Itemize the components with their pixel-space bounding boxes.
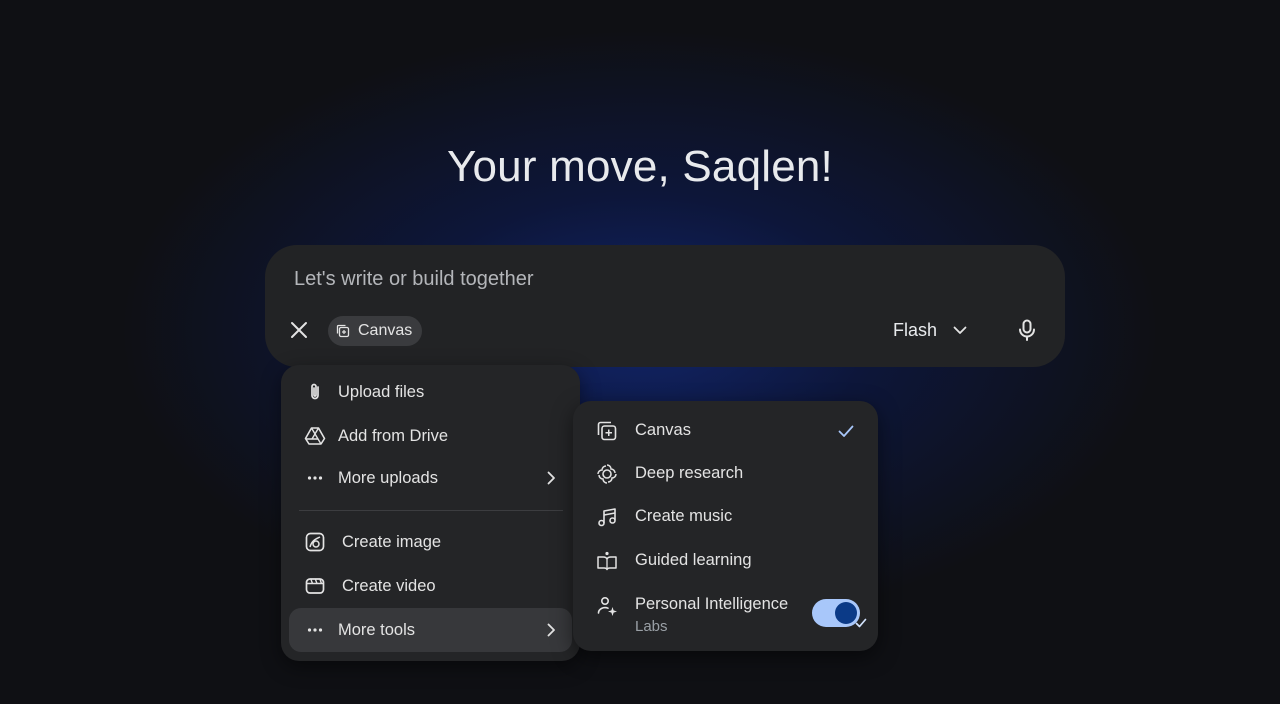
guided-learning-icon (595, 549, 619, 573)
menu-item-label: More tools (338, 620, 416, 639)
chip-label: Canvas (358, 322, 413, 339)
menu-item-create-image[interactable]: Create image (289, 520, 572, 564)
tool-item-label: Deep research (635, 464, 744, 482)
paperclip-icon (303, 380, 327, 404)
menu-item-add-from-drive[interactable]: Add from Drive (289, 414, 572, 458)
microphone-icon[interactable] (1014, 317, 1040, 343)
canvas-icon (335, 323, 351, 339)
tools-submenu: Canvas Deep research Create music Guided… (573, 401, 878, 651)
model-selector[interactable]: Flash (893, 315, 969, 345)
upload-tools-menu: Upload files Add from Drive More uploads… (281, 365, 580, 661)
tool-item-label: Canvas (635, 421, 691, 439)
labs-badge: Labs (635, 618, 668, 635)
menu-item-label: Upload files (338, 382, 425, 401)
more-horiz-icon (303, 466, 327, 490)
menu-item-more-uploads[interactable]: More uploads (289, 456, 572, 500)
menu-item-label: More uploads (338, 468, 438, 487)
tool-item-deep-research[interactable]: Deep research (581, 453, 870, 495)
tool-item-personal-intelligence[interactable]: Personal Intelligence Labs (581, 584, 870, 642)
tool-item-label: Personal Intelligence (635, 595, 789, 613)
drive-icon (303, 424, 327, 448)
close-icon[interactable] (287, 318, 311, 342)
model-label: Flash (893, 319, 938, 340)
music-icon (595, 505, 619, 529)
checkmark-icon (836, 421, 856, 441)
menu-item-create-video[interactable]: Create video (289, 564, 572, 608)
page-title: Your move, Saqlen! (446, 142, 833, 191)
more-horiz-icon (303, 618, 327, 642)
menu-item-upload-files[interactable]: Upload files (289, 370, 572, 414)
video-icon (303, 574, 327, 598)
canvas-icon (595, 419, 619, 443)
tool-item-label: Guided learning (635, 551, 752, 569)
checkmark-icon (849, 611, 873, 635)
chevron-right-icon (541, 468, 561, 488)
menu-item-more-tools[interactable]: More tools (289, 608, 572, 652)
toggle-knob (835, 602, 867, 628)
tool-item-canvas[interactable]: Canvas (581, 410, 870, 452)
prompt-input[interactable] (294, 265, 1034, 293)
tool-item-guided-learning[interactable]: Guided learning (581, 540, 870, 582)
tool-item-label: Create music (635, 507, 733, 525)
chevron-right-icon (541, 620, 561, 640)
deep-research-icon (595, 462, 619, 486)
chevron-down-icon (951, 321, 969, 339)
image-icon (303, 530, 327, 554)
menu-item-label: Create video (342, 576, 436, 595)
menu-item-label: Create image (342, 532, 442, 551)
personal-intelligence-icon (595, 594, 619, 618)
prompt-box: Canvas Flash (265, 245, 1065, 367)
menu-divider (299, 510, 563, 511)
canvas-chip[interactable]: Canvas (328, 316, 423, 346)
menu-item-label: Add from Drive (338, 426, 449, 445)
tool-item-create-music[interactable]: Create music (581, 496, 870, 538)
personal-intelligence-toggle[interactable] (812, 599, 867, 628)
